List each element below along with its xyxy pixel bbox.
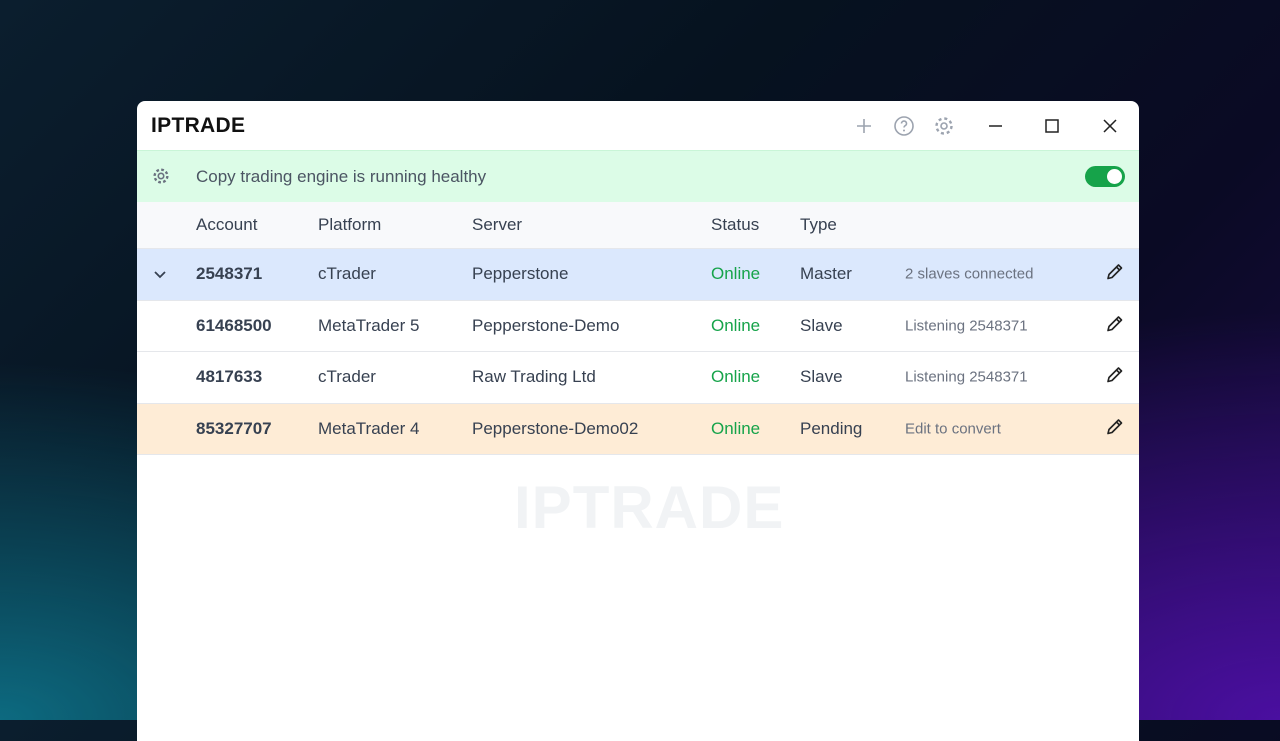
account-info: Edit to convert: [905, 420, 1001, 438]
app-window: IPTRADE Copy trading engine is running h…: [137, 101, 1139, 741]
engine-status-text: Copy trading engine is running healthy: [196, 166, 487, 186]
status-banner: Copy trading engine is running healthy: [137, 150, 1139, 202]
title-bar: IPTRADE: [137, 101, 1139, 150]
status-badge: Online: [711, 418, 761, 438]
server: Pepperstone-Demo02: [472, 418, 639, 438]
header-account[interactable]: Account: [196, 215, 257, 235]
server: Raw Trading Ltd: [472, 367, 596, 387]
close-icon[interactable]: [1097, 113, 1123, 139]
account-info: Listening 2548371: [905, 368, 1028, 386]
header-platform[interactable]: Platform: [318, 215, 381, 235]
account-type: Slave: [800, 315, 843, 335]
edit-pencil-icon[interactable]: [1105, 313, 1125, 338]
account-number: 61468500: [196, 315, 272, 335]
account-info: Listening 2548371: [905, 317, 1028, 335]
status-badge: Online: [711, 367, 761, 387]
table-row[interactable]: 4817633 cTrader Raw Trading Ltd Online S…: [137, 352, 1139, 404]
server: Pepperstone-Demo: [472, 315, 620, 335]
account-type: Master: [800, 264, 852, 284]
maximize-icon[interactable]: [1039, 113, 1065, 139]
table-header: Account Platform Server Status Type: [137, 202, 1139, 249]
table-row[interactable]: 61468500 MetaTrader 5 Pepperstone-Demo O…: [137, 300, 1139, 352]
server: Pepperstone: [472, 264, 569, 284]
edit-pencil-icon[interactable]: [1105, 416, 1125, 441]
app-title: IPTRADE: [151, 113, 246, 137]
accounts-table-body: 2548371 cTrader Pepperstone Online Maste…: [137, 249, 1139, 455]
platform: cTrader: [318, 264, 376, 284]
header-type[interactable]: Type: [800, 215, 837, 235]
platform: MetaTrader 5: [318, 315, 420, 335]
header-status[interactable]: Status: [711, 215, 759, 235]
help-icon[interactable]: [891, 113, 917, 139]
table-row[interactable]: 2548371 cTrader Pepperstone Online Maste…: [137, 249, 1139, 301]
account-number: 85327707: [196, 418, 272, 438]
plus-icon[interactable]: [851, 113, 877, 139]
account-number: 4817633: [196, 367, 263, 387]
settings-gear-icon[interactable]: [931, 113, 957, 139]
account-type: Slave: [800, 367, 843, 387]
engine-gear-icon: [151, 166, 171, 191]
platform: cTrader: [318, 367, 376, 387]
edit-pencil-icon[interactable]: [1105, 262, 1125, 287]
watermark-logo: IPTRADE: [514, 474, 785, 541]
engine-toggle[interactable]: [1085, 166, 1125, 187]
account-type: Pending: [800, 418, 863, 438]
chevron-down-icon[interactable]: [153, 267, 167, 287]
account-number: 2548371: [196, 264, 263, 284]
table-row[interactable]: 85327707 MetaTrader 4 Pepperstone-Demo02…: [137, 403, 1139, 455]
minimize-icon[interactable]: [982, 113, 1008, 139]
status-badge: Online: [711, 264, 761, 284]
edit-pencil-icon[interactable]: [1105, 365, 1125, 390]
status-badge: Online: [711, 315, 761, 335]
header-server[interactable]: Server: [472, 215, 522, 235]
account-info: 2 slaves connected: [905, 265, 1034, 283]
platform: MetaTrader 4: [318, 418, 420, 438]
